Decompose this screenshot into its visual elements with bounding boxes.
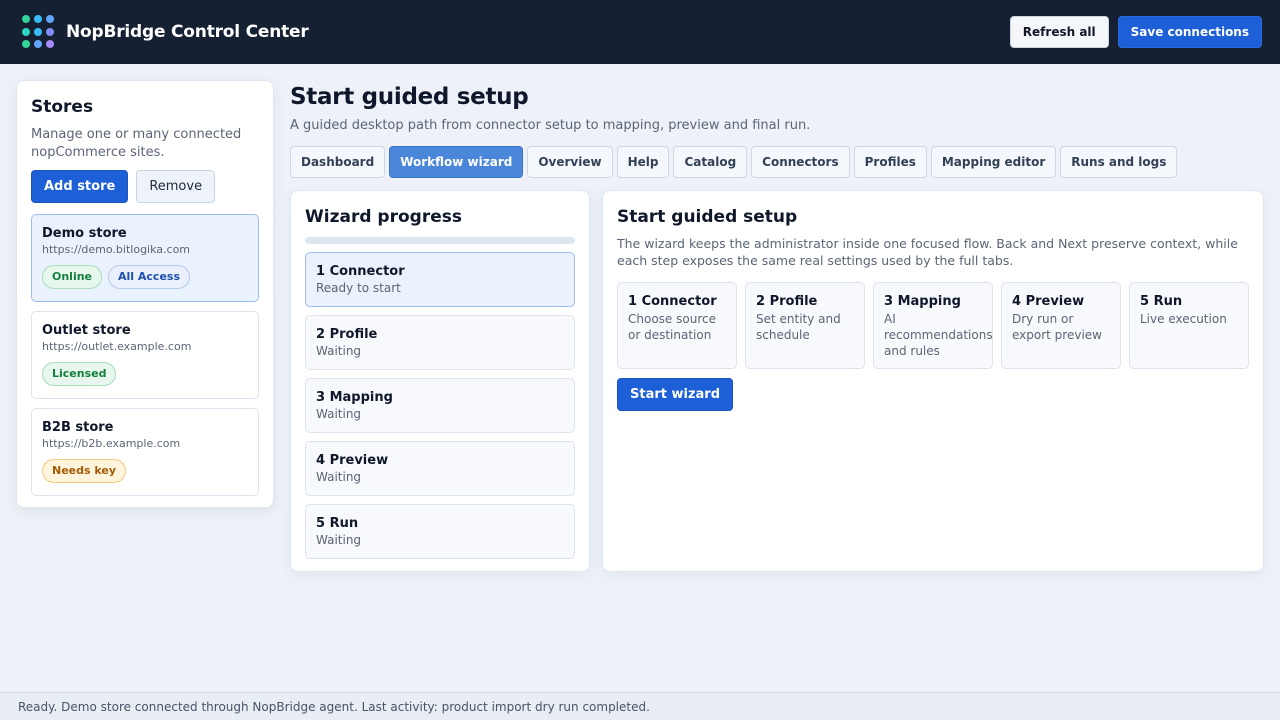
app-header: NopBridge Control Center Refresh all Sav… — [0, 0, 1280, 64]
guided-step-card-desc: Choose source or destination — [628, 312, 716, 342]
store-name: Demo store — [42, 226, 127, 241]
store-url: https://demo.bitlogika.com — [42, 243, 191, 256]
wizard-progress-title: Wizard progress — [305, 207, 462, 227]
app-title: NopBridge Control Center — [66, 22, 309, 42]
guided-step-card-title: 2 Profile — [756, 294, 818, 309]
tab-connectors[interactable]: Connectors — [751, 146, 850, 178]
logo-dot — [22, 27, 30, 36]
wizard-step-item[interactable]: 3 Mapping Waiting — [305, 378, 575, 433]
store-url: https://b2b.example.com — [42, 437, 181, 450]
wizard-step-item[interactable]: 5 Run Waiting — [305, 504, 575, 559]
logo-dot — [46, 15, 54, 23]
guided-step-card-desc: Dry run or export preview — [1012, 312, 1102, 342]
wizard-progress-panel: Wizard progress 1 Connector Ready to star… — [290, 190, 590, 572]
guided-step-card-desc: Set entity and schedule — [756, 312, 841, 342]
page-subtitle: A guided desktop path from connector set… — [290, 118, 811, 133]
logo-dot — [46, 27, 54, 36]
store-badges: Licensed — [42, 362, 248, 386]
wizard-step-item[interactable]: 1 Connector Ready to start — [305, 252, 575, 307]
wizard-step-name: 1 Connector — [316, 264, 405, 279]
wizard-step-status: Ready to start — [316, 281, 401, 295]
guided-step-card-desc: AI recommendations and rules — [884, 312, 993, 358]
store-name: B2B store — [42, 420, 114, 435]
guided-step-card-desc: Live execution — [1140, 312, 1227, 326]
store-badges: Needs key — [42, 459, 248, 483]
tab-workflow-wizard[interactable]: Workflow wizard — [389, 146, 524, 178]
stores-title: Stores — [31, 97, 94, 117]
logo-dot — [34, 40, 42, 49]
store-card[interactable]: Demo store https://demo.bitlogika.com Onli… — [31, 214, 259, 302]
guided-step-card-title: 5 Run — [1140, 294, 1183, 309]
tab-help[interactable]: Help — [616, 146, 670, 178]
save-connections-button[interactable]: Save connections — [1117, 16, 1262, 48]
tab-profiles[interactable]: Profiles — [853, 146, 927, 178]
guided-setup-title: Start guided setup — [617, 207, 798, 227]
wizard-step-name: 5 Run — [316, 516, 359, 531]
logo-dot — [22, 15, 30, 23]
guided-step-card: 3 Mapping AI recommendations and rules — [873, 282, 993, 369]
header-actions: Refresh all Save connections — [1009, 16, 1262, 48]
guided-step-cards: 1 Connector Choose source or destination 2… — [617, 282, 1249, 369]
status-badge: All Access — [108, 265, 191, 289]
add-store-button[interactable]: Add store — [31, 170, 129, 203]
wizard-step-status: Waiting — [316, 407, 362, 421]
wizard-step-status: Waiting — [316, 344, 362, 358]
tab-catalog[interactable]: Catalog — [673, 146, 748, 178]
store-badges: Online All Access — [42, 265, 248, 289]
wizard-step-name: 3 Mapping — [316, 390, 393, 405]
guided-step-card-title: 4 Preview — [1012, 294, 1085, 309]
wizard-step-name: 4 Preview — [316, 453, 389, 468]
stores-description: Manage one or many connected nopCommerce… — [31, 127, 242, 160]
logo-dot — [34, 27, 42, 36]
main-tabs: Dashboard Workflow wizard Overview Help Cata… — [290, 146, 1178, 178]
stores-panel: Stores Manage one or many connected nopC… — [16, 80, 274, 508]
wizard-step-status: Waiting — [316, 533, 362, 547]
store-card[interactable]: B2B store https://b2b.example.com Needs ke… — [31, 408, 259, 496]
tab-mapping-editor[interactable]: Mapping editor — [930, 146, 1057, 178]
tab-dashboard[interactable]: Dashboard — [290, 146, 386, 178]
wizard-progress-bar — [305, 237, 575, 244]
store-card[interactable]: Outlet store https://outlet.example.com Li… — [31, 311, 259, 399]
wizard-step-list: 1 Connector Ready to start 2 Profile Waitin… — [305, 252, 575, 559]
store-url: https://outlet.example.com — [42, 340, 192, 353]
app-logo-icon — [22, 15, 56, 49]
logo-dot — [22, 40, 30, 49]
wizard-step-name: 2 Profile — [316, 327, 378, 342]
logo-dot — [34, 15, 42, 23]
refresh-all-button[interactable]: Refresh all — [1009, 16, 1109, 48]
remove-store-button[interactable]: Remove — [136, 170, 216, 203]
tab-runs-and-logs[interactable]: Runs and logs — [1060, 146, 1178, 178]
status-badge: Online — [42, 265, 103, 289]
start-wizard-button[interactable]: Start wizard — [617, 378, 734, 411]
guided-setup-description: The wizard keeps the administrator insid… — [617, 236, 1238, 268]
guided-setup-panel: Start guided setup The wizard keeps the … — [602, 190, 1264, 572]
tab-overview[interactable]: Overview — [527, 146, 613, 178]
logo-dot — [46, 40, 54, 49]
store-list: Demo store https://demo.bitlogika.com Onli… — [31, 214, 259, 496]
store-name: Outlet store — [42, 323, 131, 338]
guided-step-card: 1 Connector Choose source or destination — [617, 282, 737, 369]
guided-step-card: 5 Run Live execution — [1129, 282, 1249, 369]
wizard-step-item[interactable]: 4 Preview Waiting — [305, 441, 575, 496]
stores-actions: Add store Remove — [31, 170, 259, 203]
status-badge: Needs key — [42, 459, 127, 483]
wizard-step-status: Waiting — [316, 470, 362, 484]
guided-step-card-title: 1 Connector — [628, 294, 717, 309]
guided-step-card: 2 Profile Set entity and schedule — [745, 282, 865, 369]
status-badge: Licensed — [42, 362, 117, 386]
status-bar: Ready. Demo store connected through NopB… — [0, 692, 1280, 720]
guided-step-card: 4 Preview Dry run or export preview — [1001, 282, 1121, 369]
wizard-step-item[interactable]: 2 Profile Waiting — [305, 315, 575, 370]
page-title: Start guided setup — [290, 84, 529, 110]
guided-step-card-title: 3 Mapping — [884, 294, 961, 309]
